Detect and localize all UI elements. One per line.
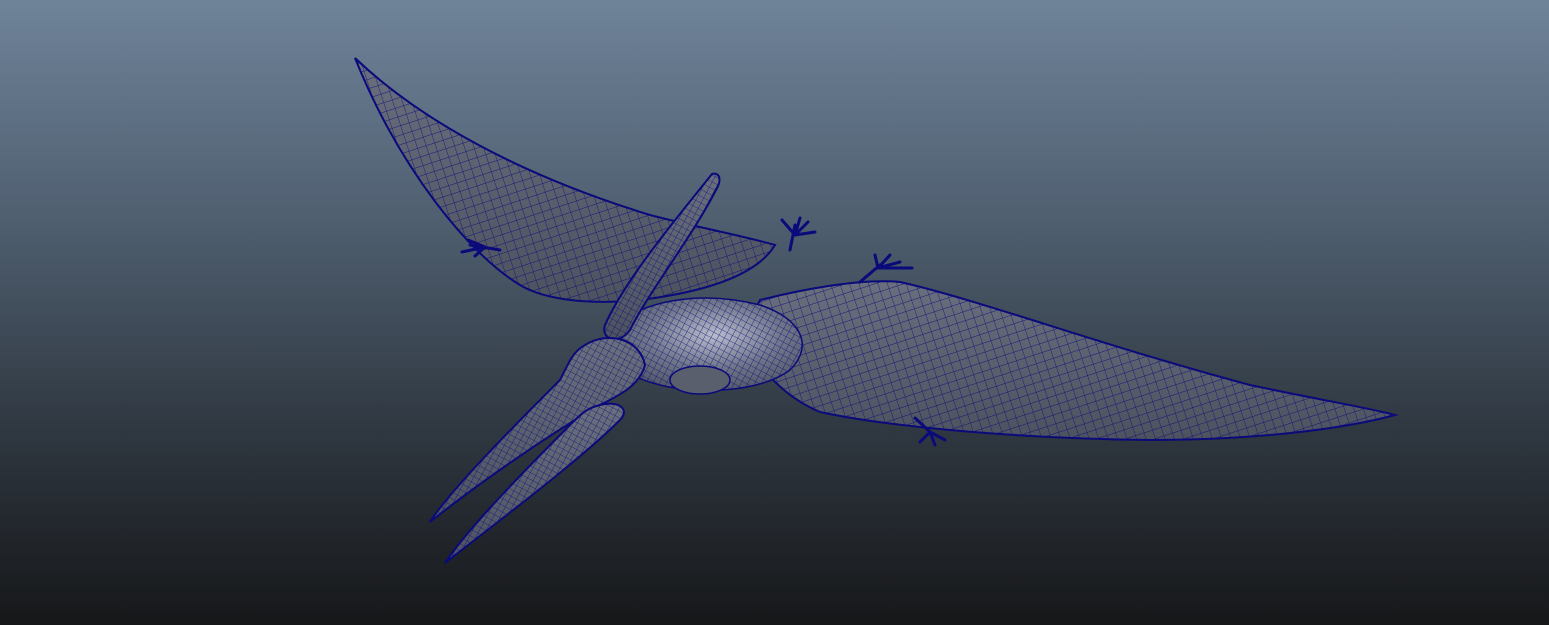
head-upper-beak [429,336,647,523]
scene-canvas [354,57,1399,564]
pteranodon-model[interactable] [354,57,1399,564]
left-foot-claws [858,253,914,284]
right-wing [743,280,1399,442]
3d-viewport[interactable] [0,0,1549,625]
right-hand-claws [780,216,817,252]
